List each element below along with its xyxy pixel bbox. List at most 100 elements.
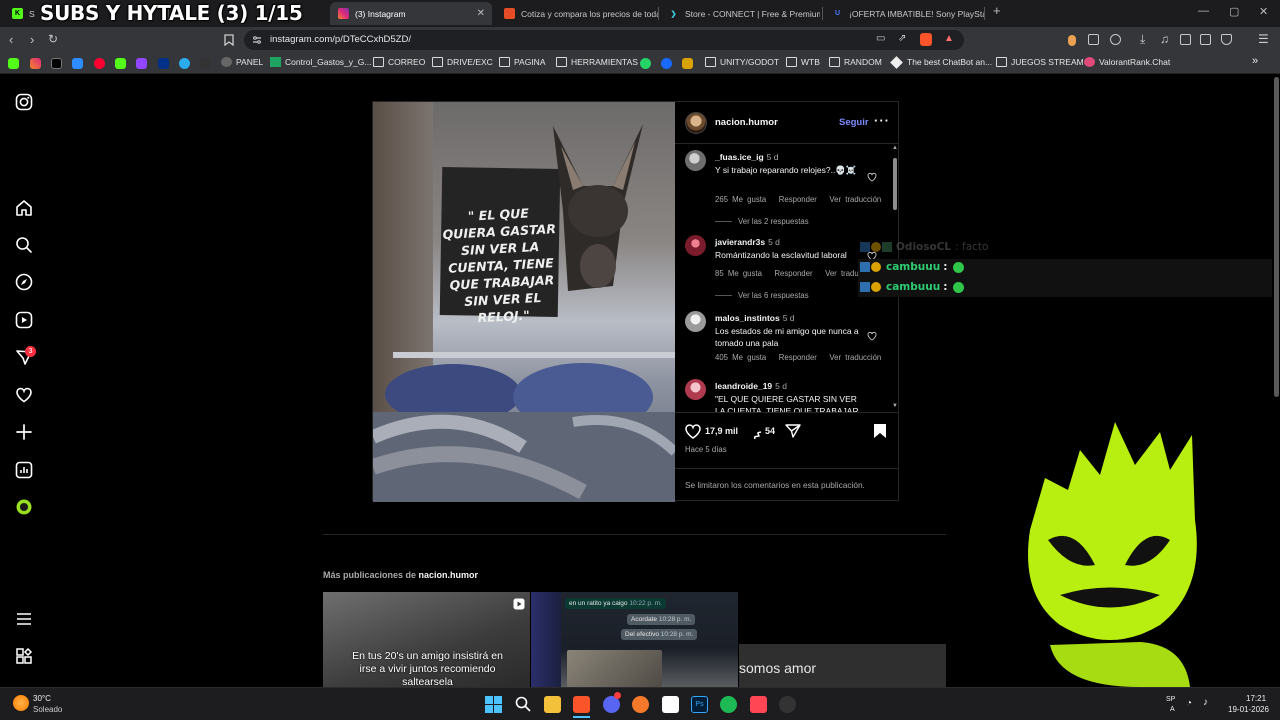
notion-icon[interactable] — [662, 696, 679, 713]
paypal-bookmark-icon[interactable] — [158, 58, 169, 69]
comment-like-heart-icon[interactable] — [867, 331, 877, 341]
bookmark-panel[interactable]: PANEL — [221, 57, 263, 67]
bookmark-icon[interactable] — [72, 58, 83, 69]
download-icon[interactable]: ⤓ — [1140, 32, 1145, 47]
close-tab-icon[interactable]: ✕ — [477, 8, 485, 19]
minimize-icon[interactable]: — — [1198, 5, 1209, 17]
more-menu-icon[interactable] — [15, 610, 33, 628]
comment-username[interactable]: _fuas.ice_ig 5 d — [715, 152, 779, 162]
behance-bookmark-icon[interactable] — [661, 58, 672, 69]
taskbar-search-icon[interactable] — [515, 696, 531, 712]
weather-temp[interactable]: 30°C — [33, 694, 51, 703]
reply-button[interactable]: Responder — [774, 269, 812, 278]
gmail-bookmark-icon[interactable] — [200, 58, 211, 69]
extensions-puzzle-icon[interactable] — [1088, 34, 1099, 45]
author-username[interactable]: nacion.humor — [715, 117, 778, 128]
bookmark-wtb[interactable]: WTB — [786, 57, 820, 67]
obs-icon[interactable] — [779, 696, 796, 713]
tab-instagram[interactable]: (3) Instagram ✕ — [330, 2, 492, 25]
language-indicator[interactable]: SP — [1166, 696, 1175, 703]
clock-date[interactable]: 19-01-2026 — [1228, 705, 1269, 714]
translate-button[interactable]: Ver traducción — [829, 195, 881, 204]
kick2-bookmark-icon[interactable] — [115, 58, 126, 69]
reply-button[interactable]: Responder — [779, 353, 817, 362]
home-icon[interactable] — [15, 199, 33, 217]
page-scrollbar-thumb[interactable] — [1274, 77, 1279, 397]
tab-playstation[interactable]: U ¡OFERTA IMBATIBLE! Sony PlayStation — [824, 2, 984, 25]
close-window-icon[interactable]: ✕ — [1259, 5, 1268, 18]
comment-username[interactable]: malos_instintos 5 d — [715, 313, 795, 323]
forward-icon[interactable]: › — [30, 32, 34, 47]
view-replies-button[interactable]: Ver las 6 respuestas — [715, 291, 809, 300]
cast-icon[interactable]: ▭ — [876, 33, 885, 44]
volume-icon[interactable]: ♪ — [1203, 697, 1208, 708]
more-post-thumbnail-2[interactable]: en un ratito ya caigo 10:22 p. m. Acorda… — [531, 592, 738, 687]
reply-button[interactable]: Responder — [779, 195, 817, 204]
bookmark-pagina[interactable]: PAGINA — [499, 57, 546, 67]
bookmark-juegos-stream[interactable]: JUEGOS STREAM — [996, 57, 1084, 67]
brave-shields-icon[interactable] — [920, 33, 932, 46]
comment-like-heart-icon[interactable] — [867, 172, 877, 182]
bookmark2-icon[interactable] — [682, 58, 693, 69]
back-icon[interactable]: ‹ — [9, 32, 13, 47]
bookmark-correo[interactable]: CORREO — [373, 57, 425, 67]
author-avatar[interactable] — [685, 112, 707, 134]
extension-icon[interactable] — [1068, 35, 1076, 46]
view-replies-button[interactable]: Ver las 2 respuestas — [715, 217, 809, 226]
blender-icon[interactable] — [632, 696, 649, 713]
share-icon[interactable]: ⇗ — [898, 33, 906, 44]
file-explorer-icon[interactable] — [544, 696, 561, 713]
translate-button[interactable]: Ver traducción — [829, 353, 881, 362]
like-action[interactable]: 17,9 mil — [685, 423, 738, 439]
whatsapp-bookmark-icon[interactable] — [640, 58, 651, 69]
wallet-icon[interactable] — [1200, 34, 1211, 45]
bookmark-unity-godot[interactable]: UNITY/GODOT — [705, 57, 779, 67]
commenter-avatar[interactable] — [685, 311, 706, 332]
comment-likes[interactable]: 85 Me gusta — [715, 269, 762, 278]
commenter-avatar[interactable] — [685, 235, 706, 256]
photoshop-icon[interactable]: Ps — [691, 696, 708, 713]
heart-icon[interactable] — [15, 386, 33, 404]
search-icon[interactable] — [15, 236, 33, 254]
windows-start-icon[interactable] — [485, 696, 502, 713]
bookmark-chatbot[interactable]: The best ChatBot an... — [890, 55, 992, 69]
valorant-icon[interactable] — [750, 696, 767, 713]
dashboard-icon[interactable] — [15, 461, 33, 479]
x-bookmark-icon[interactable] — [51, 58, 62, 69]
post-image[interactable]: " EL QUE QUIERA GASTAR SIN VER LA CUENTA… — [373, 102, 675, 502]
brave-browser-icon[interactable] — [573, 696, 590, 713]
reload-icon[interactable]: ↻ — [48, 32, 58, 46]
new-tab-button[interactable]: + — [993, 3, 1001, 18]
comment-likes[interactable]: 405 Me gusta — [715, 353, 766, 362]
instagram-bookmark-icon[interactable] — [30, 58, 41, 69]
comments-scrollbar-thumb[interactable] — [893, 158, 897, 210]
page-scrollbar[interactable] — [1272, 75, 1280, 687]
also-from-meta-icon[interactable] — [15, 647, 33, 665]
commenter-avatar[interactable] — [685, 379, 706, 400]
site-settings-icon[interactable] — [252, 35, 262, 45]
share-paper-plane-icon[interactable] — [785, 423, 801, 439]
bookmark-control-gastos[interactable]: Control_Gastos_y_G... — [270, 57, 371, 67]
weather-sun-icon[interactable] — [13, 695, 29, 711]
commenter-avatar[interactable] — [685, 150, 706, 171]
comment-username[interactable]: javierandr3s 5 d — [715, 237, 780, 247]
more-post-thumbnail-1[interactable]: En tus 20's un amigo insistirá en irse a… — [323, 592, 530, 687]
clock-time[interactable]: 17:21 — [1246, 694, 1266, 703]
maximize-icon[interactable]: ▢ — [1229, 5, 1239, 18]
media-icon[interactable]: ♫ — [1160, 32, 1169, 46]
tab-cotiza[interactable]: Cotiza y compara los precios de toda — [496, 2, 658, 25]
bookmark-valorant[interactable]: ValorantRank.Chat — [1084, 57, 1170, 67]
spotify-icon[interactable] — [720, 696, 737, 713]
bookmark-herramientas[interactable]: HERRAMIENTAS — [556, 57, 638, 67]
twitch-bookmark-icon[interactable] — [136, 58, 147, 69]
youtube-bookmark-icon[interactable] — [94, 58, 105, 69]
more-post-thumbnail-3[interactable]: somos amor — [739, 592, 946, 687]
bookmarks-overflow-button[interactable]: » — [1252, 55, 1258, 67]
tab-connect-store[interactable]: ❯ Store - CONNECT | Free & Premium — [660, 2, 820, 25]
telegram-bookmark-icon[interactable] — [179, 58, 190, 69]
kick-bookmark-icon[interactable] — [8, 58, 19, 69]
menu-icon[interactable]: ☰ — [1258, 32, 1269, 46]
comment-username[interactable]: leandroide_19 5 d — [715, 381, 787, 391]
reels-icon[interactable] — [15, 311, 33, 329]
more-posts-author[interactable]: nacion.humor — [419, 570, 479, 580]
